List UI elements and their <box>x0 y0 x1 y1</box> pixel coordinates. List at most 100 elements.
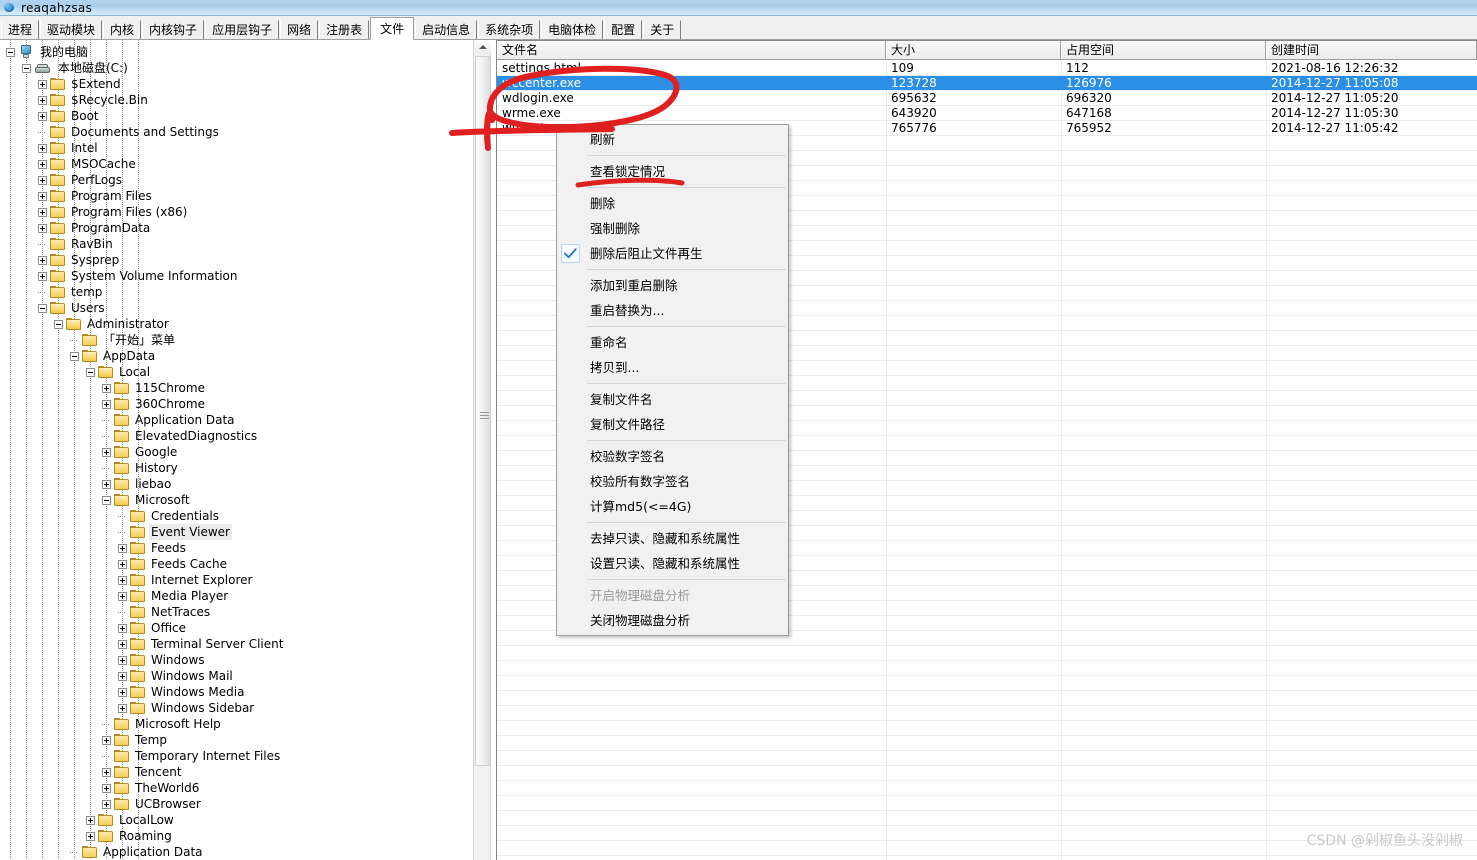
tree-item[interactable]: Program Files <box>0 188 472 204</box>
tree-item[interactable]: Temporary Internet Files <box>0 748 472 764</box>
menu-item[interactable]: 添加到重启删除 <box>557 273 788 298</box>
folder-tree-panel[interactable]: 我的电脑 本地磁盘(C:) $Extend $Recycle.Bin Boot Docum… <box>0 40 472 860</box>
expand-icon[interactable] <box>38 95 47 105</box>
expand-icon[interactable] <box>38 191 47 201</box>
tree-item[interactable]: Windows Sidebar <box>0 700 472 716</box>
menu-item[interactable]: 校验所有数字签名 <box>557 469 788 494</box>
menu-item[interactable]: 复制文件路径 <box>557 412 788 437</box>
tree-item[interactable]: 360Chrome <box>0 396 472 412</box>
scrollbar-thumb[interactable] <box>475 56 491 766</box>
tree-item[interactable]: Google <box>0 444 472 460</box>
tree-item[interactable]: Sysprep <box>0 252 472 268</box>
tab-9[interactable]: 系统杂项 <box>478 20 541 39</box>
tab-3[interactable]: 内核钩子 <box>142 20 205 39</box>
tree-item[interactable]: Application Data <box>0 412 472 428</box>
expand-icon[interactable] <box>102 767 111 777</box>
tree-item[interactable]: Users <box>0 300 472 316</box>
expand-icon[interactable] <box>38 79 47 89</box>
menu-item[interactable]: 删除 <box>557 191 788 216</box>
collapse-icon[interactable] <box>86 367 95 377</box>
expand-icon[interactable] <box>102 799 111 809</box>
column-header-1[interactable]: 大小 <box>886 41 1061 60</box>
expand-icon[interactable] <box>38 271 47 281</box>
tree-item[interactable]: Documents and Settings <box>0 124 472 140</box>
expand-icon[interactable] <box>86 831 95 841</box>
expand-icon[interactable] <box>102 447 111 457</box>
menu-item[interactable]: 校验数字签名 <box>557 444 788 469</box>
expand-icon[interactable] <box>118 591 127 601</box>
tree-item[interactable]: MSOCache <box>0 156 472 172</box>
tree-item[interactable]: Local <box>0 364 472 380</box>
menu-item[interactable]: 删除后阻止文件再生 <box>557 241 788 266</box>
expand-icon[interactable] <box>118 623 127 633</box>
tree-item[interactable]: 本地磁盘(C:) <box>0 60 472 76</box>
column-header-2[interactable]: 占用空间 <box>1061 41 1266 60</box>
expand-icon[interactable] <box>118 655 127 665</box>
expand-icon[interactable] <box>38 223 47 233</box>
tree-item[interactable]: Administrator <box>0 316 472 332</box>
expand-icon[interactable] <box>102 783 111 793</box>
tree-item[interactable]: NetTraces <box>0 604 472 620</box>
file-row[interactable]: wccenter.exe 123728 126976 2014-12-27 11:05… <box>497 76 1477 91</box>
tree-item[interactable]: ElevatedDiagnostics <box>0 428 472 444</box>
tree-item[interactable]: RavBin <box>0 236 472 252</box>
collapse-icon[interactable] <box>102 495 111 505</box>
menu-item[interactable]: 复制文件名 <box>557 387 788 412</box>
expand-icon[interactable] <box>118 543 127 553</box>
menu-item[interactable]: 查看锁定情况 <box>557 159 788 184</box>
tree-item[interactable]: liebao <box>0 476 472 492</box>
tree-item[interactable]: Microsoft <box>0 492 472 508</box>
expand-icon[interactable] <box>118 687 127 697</box>
menu-item[interactable]: 强制删除 <box>557 216 788 241</box>
tree-item[interactable]: Windows Media <box>0 684 472 700</box>
tree-item[interactable]: TheWorld6 <box>0 780 472 796</box>
tab-7[interactable]: 文件 <box>370 17 415 40</box>
tab-1[interactable]: 驱动模块 <box>40 20 103 39</box>
expand-icon[interactable] <box>118 703 127 713</box>
expand-icon[interactable] <box>38 175 47 185</box>
column-header-0[interactable]: 文件名 <box>497 41 886 60</box>
tree-item[interactable]: Program Files (x86) <box>0 204 472 220</box>
tree-item[interactable]: Office <box>0 620 472 636</box>
collapse-icon[interactable] <box>38 303 47 313</box>
file-row[interactable]: wrme.exe 643920 647168 2014-12-27 11:05:30 <box>497 106 1477 121</box>
tree-item[interactable]: Application Data <box>0 844 472 860</box>
tab-2[interactable]: 内核 <box>103 20 142 39</box>
tree-item[interactable]: Media Player <box>0 588 472 604</box>
tab-0[interactable]: 进程 <box>1 20 40 39</box>
tree-item[interactable]: 「开始」菜单 <box>0 332 472 348</box>
menu-item[interactable]: 重命名 <box>557 330 788 355</box>
tree-item[interactable]: Intel <box>0 140 472 156</box>
column-header-3[interactable]: 创建时间 <box>1266 41 1477 60</box>
folder-tree[interactable]: 我的电脑 本地磁盘(C:) $Extend $Recycle.Bin Boot Docum… <box>0 40 472 860</box>
tree-item[interactable]: Feeds Cache <box>0 556 472 572</box>
tree-item[interactable]: Tencent <box>0 764 472 780</box>
tree-item[interactable]: Windows Mail <box>0 668 472 684</box>
expand-icon[interactable] <box>38 255 47 265</box>
expand-icon[interactable] <box>38 207 47 217</box>
tree-item[interactable]: Feeds <box>0 540 472 556</box>
expand-icon[interactable] <box>118 671 127 681</box>
menu-item[interactable]: 去掉只读、隐藏和系统属性 <box>557 526 788 551</box>
tree-item[interactable]: Event Viewer <box>0 524 472 540</box>
tree-vertical-scrollbar[interactable] <box>473 40 491 860</box>
tree-item[interactable]: 115Chrome <box>0 380 472 396</box>
tree-item[interactable]: Credentials <box>0 508 472 524</box>
tree-item[interactable]: Roaming <box>0 828 472 844</box>
expand-icon[interactable] <box>102 383 111 393</box>
tree-item[interactable]: $Recycle.Bin <box>0 92 472 108</box>
file-list-header[interactable]: 文件名 大小 占用空间 创建时间 <box>497 41 1477 60</box>
tree-item[interactable]: History <box>0 460 472 476</box>
expand-icon[interactable] <box>118 575 127 585</box>
tree-item[interactable]: PerfLogs <box>0 172 472 188</box>
tree-item[interactable]: Internet Explorer <box>0 572 472 588</box>
tree-item[interactable]: System Volume Information <box>0 268 472 284</box>
tree-item[interactable]: Temp <box>0 732 472 748</box>
menu-item[interactable]: 拷贝到... <box>557 355 788 380</box>
tree-item[interactable]: UCBrowser <box>0 796 472 812</box>
collapse-icon[interactable] <box>54 319 63 329</box>
tab-4[interactable]: 应用层钩子 <box>205 20 280 39</box>
expand-icon[interactable] <box>86 815 95 825</box>
scroll-up-arrow-icon[interactable] <box>475 40 491 54</box>
menu-item[interactable]: 重启替换为... <box>557 298 788 323</box>
